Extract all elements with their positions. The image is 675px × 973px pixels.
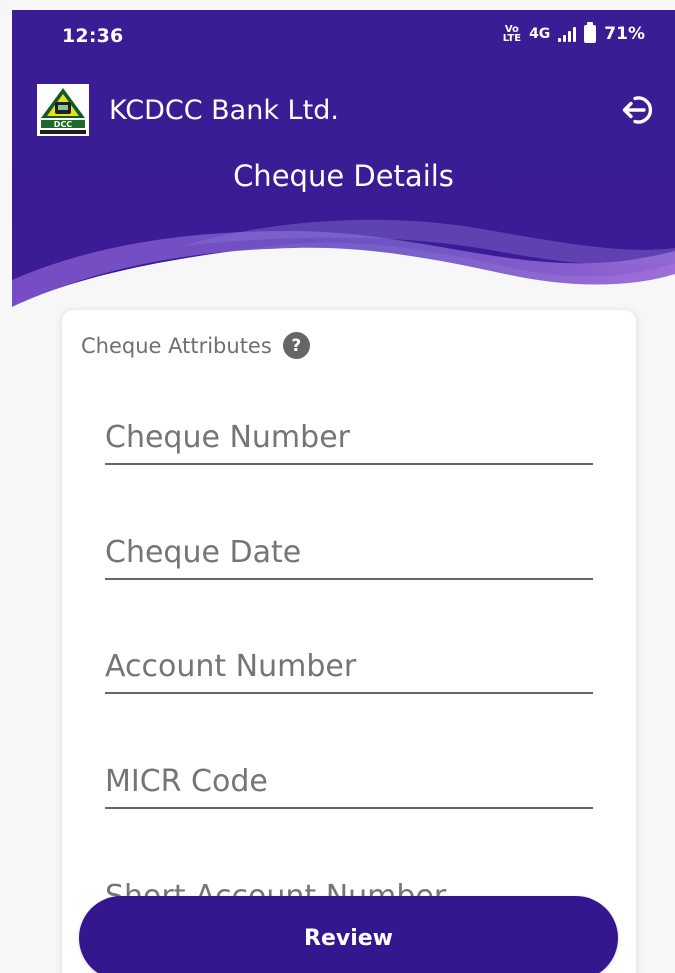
signal-strength-icon — [558, 26, 577, 42]
account-number-field[interactable] — [105, 632, 593, 694]
network-type: 4G — [529, 26, 551, 42]
status-time: 12:36 — [62, 25, 124, 47]
logout-icon — [622, 96, 653, 124]
review-button[interactable]: Review — [79, 896, 618, 973]
page-title: Cheque Details — [233, 159, 454, 193]
bank-logo-icon: DCC — [37, 84, 89, 136]
cheque-number-field[interactable] — [105, 403, 593, 465]
logout-button[interactable] — [617, 88, 661, 132]
battery-icon — [584, 22, 597, 43]
svg-text:DCC: DCC — [54, 120, 73, 129]
status-indicators: Vo LTE 4G 71% — [502, 22, 645, 44]
cheque-number-input[interactable] — [105, 416, 593, 458]
status-bar: 12:36 Vo LTE 4G 71% — [12, 10, 675, 62]
cheque-date-input[interactable] — [105, 531, 593, 573]
cheque-details-screen: 12:36 Vo LTE 4G 71% DCC KCDCC Bank Ltd. … — [0, 0, 675, 973]
volte-indicator: Vo LTE — [502, 25, 522, 44]
app-bar: DCC KCDCC Bank Ltd. Cheque Details — [12, 62, 675, 222]
micr-code-field[interactable] — [105, 747, 593, 809]
cheque-date-field[interactable] — [105, 518, 593, 580]
help-icon[interactable]: ? — [282, 332, 310, 359]
volte-bottom-label: LTE — [502, 33, 522, 44]
micr-code-input[interactable] — [105, 760, 593, 802]
section-title-label: Cheque Attributes — [81, 333, 272, 358]
section-title: Cheque Attributes ? — [81, 332, 310, 359]
account-number-input[interactable] — [105, 645, 593, 687]
battery-percent: 71% — [604, 24, 645, 44]
cheque-attributes-card: Cheque Attributes ? — [62, 310, 636, 973]
bank-name: KCDCC Bank Ltd. — [109, 95, 339, 126]
